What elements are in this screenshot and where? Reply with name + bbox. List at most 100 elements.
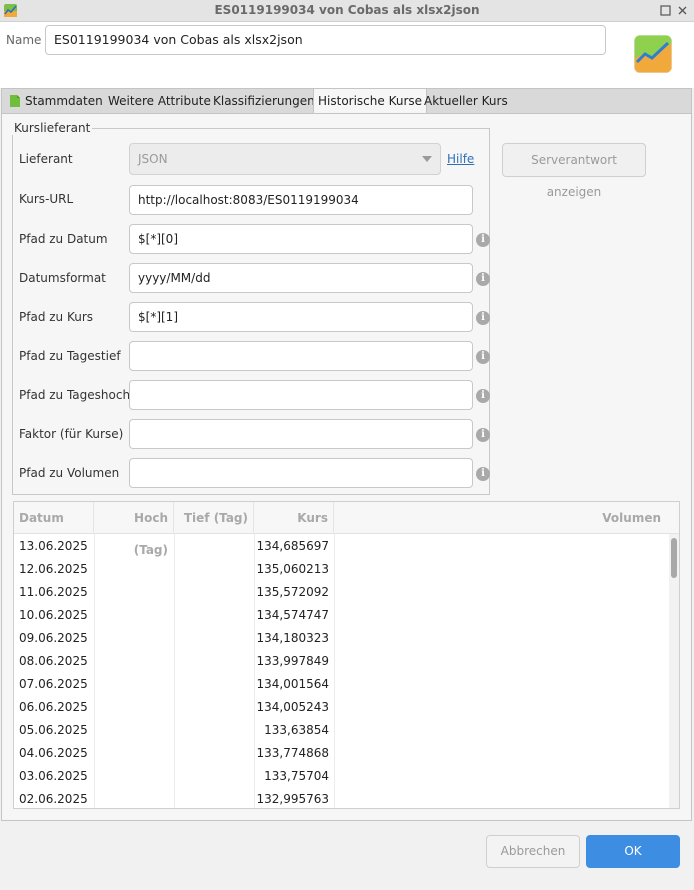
dialog-footer: Abbrechen OK xyxy=(0,821,694,890)
cell-tief xyxy=(174,535,249,558)
cell-volumen xyxy=(334,788,659,808)
cell-hoch xyxy=(94,604,169,627)
pfad-tagestief-label: Pfad zu Tagestief xyxy=(19,349,121,363)
column-header-volumen[interactable]: Volumen xyxy=(334,502,669,534)
tab-stammdaten[interactable]: Stammdaten xyxy=(6,89,107,115)
pfad-datum-field[interactable]: $[*][0] xyxy=(129,224,473,254)
cell-hoch xyxy=(94,581,169,604)
ok-button[interactable]: OK xyxy=(586,835,680,868)
name-input[interactable]: ES0119199034 von Cobas als xlsx2json xyxy=(45,25,606,55)
cell-tief xyxy=(174,650,249,673)
title-bar: ES0119199034 von Cobas als xlsx2json xyxy=(0,0,694,22)
column-header-kurs[interactable]: Kurs xyxy=(254,502,334,534)
cell-volumen xyxy=(334,650,659,673)
cell-hoch xyxy=(94,627,169,650)
table-row[interactable]: 02.06.2025 132,995763 xyxy=(14,788,664,808)
cell-kurs: 135,060213 xyxy=(256,562,329,576)
cell-volumen xyxy=(334,742,659,765)
group-title: Kurslieferant xyxy=(12,121,93,135)
info-icon[interactable]: i xyxy=(476,272,490,286)
cell-kurs: 134,001564 xyxy=(256,677,329,691)
window-title: ES0119199034 von Cobas als xlsx2json xyxy=(214,3,480,17)
cell-tief xyxy=(174,581,249,604)
historische-kurse-panel: Kurslieferant Lieferant JSON Hilfe Serve… xyxy=(1,113,692,821)
cell-tief xyxy=(174,673,249,696)
tab-label: Weitere Attribute xyxy=(108,94,211,108)
tab-historische-kurse[interactable]: Historische Kurse xyxy=(313,89,428,116)
column-header-datum[interactable]: Datum xyxy=(14,502,94,534)
pfad-tagestief-field[interactable] xyxy=(129,341,473,371)
cancel-button[interactable]: Abbrechen xyxy=(486,835,580,868)
cell-hoch xyxy=(94,765,169,788)
table-row[interactable]: 04.06.2025 133,774868 xyxy=(14,742,664,765)
table-row[interactable]: 06.06.2025 134,005243 xyxy=(14,696,664,719)
cell-hoch xyxy=(94,558,169,581)
cell-tief xyxy=(174,788,249,808)
document-icon xyxy=(10,95,20,107)
pfad-kurs-label: Pfad zu Kurs xyxy=(19,310,94,324)
info-icon[interactable]: i xyxy=(476,233,490,247)
pfad-volumen-field[interactable] xyxy=(129,458,473,488)
kurs-url-label: Kurs-URL xyxy=(19,192,74,206)
cell-hoch xyxy=(94,696,169,719)
info-icon[interactable]: i xyxy=(476,311,490,325)
table-row[interactable]: 08.06.2025 133,997849 xyxy=(14,650,664,673)
cell-kurs: 133,997849 xyxy=(256,654,329,668)
maximize-icon[interactable] xyxy=(658,3,673,18)
close-icon[interactable] xyxy=(675,3,690,18)
cell-kurs: 134,574747 xyxy=(256,608,329,622)
table-row[interactable]: 03.06.2025 133,75704 xyxy=(14,765,664,788)
datumsformat-label: Datumsformat xyxy=(19,271,106,285)
cell-kurs: 133,774868 xyxy=(256,746,329,760)
tab-klassifizierungen[interactable]: Klassifizierungen xyxy=(209,89,319,115)
table-row[interactable]: 12.06.2025 135,060213 xyxy=(14,558,664,581)
cell-datum: 02.06.2025 xyxy=(19,792,88,806)
pfad-kurs-field[interactable]: $[*][1] xyxy=(129,302,473,332)
cell-datum: 03.06.2025 xyxy=(19,769,88,783)
column-header-hoch[interactable]: Hoch (Tag) xyxy=(94,502,174,557)
table-row[interactable]: 10.06.2025 134,574747 xyxy=(14,604,664,627)
lieferant-label: Lieferant xyxy=(19,152,73,166)
help-link[interactable]: Hilfe xyxy=(447,152,474,166)
cell-volumen xyxy=(334,627,659,650)
info-icon[interactable]: i xyxy=(476,428,490,442)
lieferant-value: JSON xyxy=(138,152,168,166)
pfad-tageshoch-field[interactable] xyxy=(129,380,473,410)
cell-tief xyxy=(174,696,249,719)
table-row[interactable]: 05.06.2025 133,63854 xyxy=(14,719,664,742)
cell-datum: 13.06.2025 xyxy=(19,539,88,553)
server-response-button[interactable]: Serverantwort anzeigen xyxy=(502,143,646,199)
table-row[interactable]: 09.06.2025 134,180323 xyxy=(14,627,664,650)
scrollbar-thumb[interactable] xyxy=(671,538,677,578)
name-bar: Name ES0119199034 von Cobas als xlsx2jso… xyxy=(0,22,694,88)
table-scrollbar[interactable] xyxy=(669,534,679,808)
cell-kurs: 135,572092 xyxy=(256,585,329,599)
cell-tief xyxy=(174,719,249,742)
cell-tief xyxy=(174,742,249,765)
cell-tief xyxy=(174,604,249,627)
tab-label: Klassifizierungen xyxy=(213,94,315,108)
cell-datum: 07.06.2025 xyxy=(19,677,88,691)
tab-aktueller-kurs[interactable]: Aktueller Kurs xyxy=(420,89,512,115)
info-icon[interactable]: i xyxy=(476,350,490,364)
chevron-down-icon xyxy=(422,156,432,162)
faktor-field[interactable] xyxy=(129,419,473,449)
cell-hoch xyxy=(94,719,169,742)
cell-volumen xyxy=(334,558,659,581)
cell-volumen xyxy=(334,719,659,742)
datumsformat-field[interactable]: yyyy/MM/dd xyxy=(129,263,473,293)
lieferant-select[interactable]: JSON xyxy=(129,143,441,175)
column-header-tief[interactable]: Tief (Tag) xyxy=(174,502,254,534)
table-row[interactable]: 13.06.2025 134,685697 xyxy=(14,535,664,558)
cell-kurs: 134,685697 xyxy=(256,539,329,553)
pfad-datum-label: Pfad zu Datum xyxy=(19,232,108,246)
info-icon[interactable]: i xyxy=(476,467,490,481)
info-icon[interactable]: i xyxy=(476,389,490,403)
table-row[interactable]: 11.06.2025 135,572092 xyxy=(14,581,664,604)
tab-weitere-attribute[interactable]: Weitere Attribute xyxy=(104,89,215,115)
kurs-url-field[interactable]: http://localhost:8083/ES0119199034 xyxy=(129,185,473,215)
cell-kurs: 134,005243 xyxy=(256,700,329,714)
cell-volumen xyxy=(334,535,659,558)
table-row[interactable]: 07.06.2025 134,001564 xyxy=(14,673,664,696)
cell-hoch xyxy=(94,535,169,558)
